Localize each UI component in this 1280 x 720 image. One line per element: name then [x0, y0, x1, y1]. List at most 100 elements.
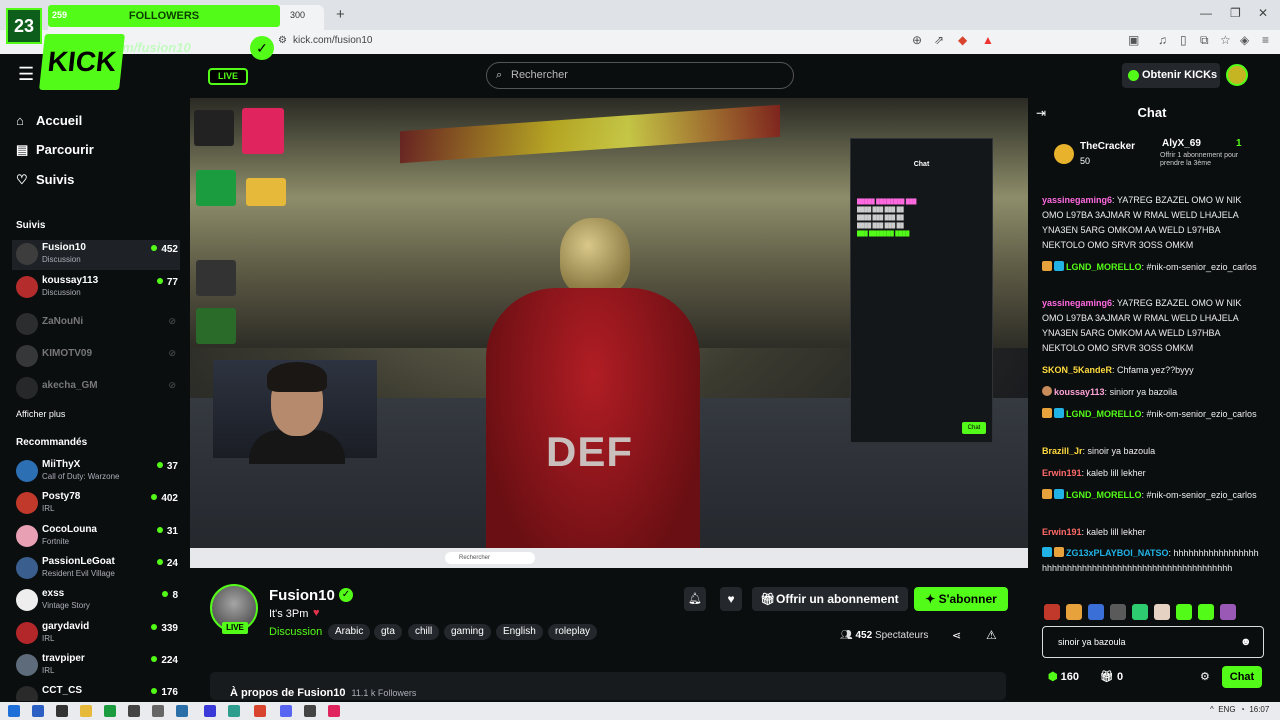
sidebar-channel-zanouni[interactable]: ZaNouNi ⊘	[12, 310, 180, 340]
sidebar-toggle-icon[interactable]: ▯	[1180, 33, 1187, 47]
share-page-icon[interactable]: ⇗	[934, 33, 944, 47]
chat-username[interactable]: Brazill_Jr	[1042, 446, 1083, 456]
chat-username[interactable]: Erwin191	[1042, 527, 1082, 537]
tag-arabic[interactable]: Arabic	[328, 624, 371, 640]
taskbar-app-icon[interactable]	[32, 705, 44, 717]
brave-icon[interactable]	[254, 705, 266, 717]
tray-chevron-icon[interactable]: ^	[1210, 705, 1214, 714]
emote-icon[interactable]	[1198, 604, 1214, 620]
category-link[interactable]: Discussion	[269, 626, 322, 638]
taskbar-app-icon[interactable]	[128, 705, 140, 717]
follow-button[interactable]: ✦ S'abonner	[914, 587, 1008, 611]
chat-username[interactable]: ZG13xPLAYBOI_NATSO	[1066, 548, 1169, 558]
chat-send-button[interactable]: Chat	[1222, 666, 1262, 688]
sidebar-channel-miithyx[interactable]: MiiThyX Call of Duty: Warzone 37	[12, 457, 180, 487]
wallet-icon[interactable]: ◈	[1240, 33, 1249, 47]
emote-icon[interactable]	[1110, 604, 1126, 620]
sidebar-channel-exss[interactable]: exss Vintage Story 8	[12, 586, 180, 616]
extensions-icon[interactable]: ⧉	[1200, 33, 1209, 48]
bell-icon[interactable]: 🔔︎	[684, 587, 706, 611]
show-more-link[interactable]: Afficher plus	[16, 409, 65, 419]
emote-icon[interactable]	[1132, 604, 1148, 620]
taskbar-app-icon[interactable]	[328, 705, 340, 717]
wifi-icon[interactable]: ◔	[1240, 705, 1245, 714]
language-indicator[interactable]: ENG	[1218, 705, 1235, 714]
tag-gaming[interactable]: gaming	[444, 624, 491, 640]
minimize-icon[interactable]: —	[1200, 6, 1212, 20]
obs-icon[interactable]	[304, 705, 316, 717]
sidebar-channel-posty78[interactable]: Posty78 IRL 402	[12, 489, 180, 519]
tag-roleplay[interactable]: roleplay	[548, 624, 598, 640]
sidebar-channel-koussay113[interactable]: koussay113 Discussion 77	[12, 273, 180, 303]
menu-icon[interactable]: ≡	[1262, 33, 1269, 47]
chat-username[interactable]: yassinegaming6	[1042, 298, 1112, 308]
taskbar-app-icon[interactable]	[104, 705, 116, 717]
gifts-count[interactable]: 🎁︎ 0	[1100, 670, 1123, 683]
chat-username[interactable]: Erwin191	[1042, 468, 1082, 478]
emote-icon[interactable]	[1066, 604, 1082, 620]
discord-icon[interactable]	[280, 705, 292, 717]
tag-chill[interactable]: chill	[408, 624, 440, 640]
video-player[interactable]: DEF Chat █████ ████████ ███ ████ ███ ███…	[190, 98, 1028, 568]
tag-gta[interactable]: gta	[374, 624, 402, 640]
sidebar-channel-cocolouna[interactable]: CocoLouna Fortnite 31	[12, 522, 180, 552]
chat-settings-icon[interactable]: ⚙	[1200, 670, 1210, 683]
sidebar-channel-fusion10[interactable]: Fusion10 Discussion 452	[12, 240, 180, 270]
favorite-heart-icon[interactable]: ♥	[720, 587, 742, 611]
zoom-icon[interactable]: ⊕	[912, 33, 922, 47]
extension-icon[interactable]: ▲	[982, 33, 994, 47]
channel-name[interactable]: Fusion10	[269, 587, 335, 604]
report-icon[interactable]: ⚠	[986, 628, 997, 642]
emote-icon[interactable]	[1220, 604, 1236, 620]
screenshot-icon[interactable]: ▣	[1128, 33, 1139, 47]
taskbar-app-icon[interactable]	[152, 705, 164, 717]
clock[interactable]: 16:07	[1249, 705, 1269, 714]
new-tab-button[interactable]: +	[336, 6, 345, 23]
sidebar-channel-kimotv09[interactable]: KIMOTV09 ⊘	[12, 342, 180, 372]
maximize-icon[interactable]: ❐	[1230, 6, 1241, 20]
start-icon[interactable]	[8, 705, 20, 717]
nav-browse[interactable]: ▤ Parcourir	[16, 142, 94, 158]
tag-english[interactable]: English	[496, 624, 543, 640]
emote-icon[interactable]	[1176, 604, 1192, 620]
folder-icon[interactable]	[80, 705, 92, 717]
nav-home[interactable]: ⌂ Accueil	[16, 113, 82, 128]
taskbar-app-icon[interactable]	[204, 705, 216, 717]
media-icon[interactable]: ♫	[1158, 33, 1167, 47]
gift-subscription-button[interactable]: 🎁︎ Offrir un abonnement	[752, 587, 908, 611]
nav-following[interactable]: ♡ Suivis	[16, 172, 74, 188]
bookmark-icon[interactable]: ☆	[1220, 33, 1231, 47]
emote-icon[interactable]	[1044, 604, 1060, 620]
emote-icon[interactable]	[1154, 604, 1170, 620]
emote-icon[interactable]	[1088, 604, 1104, 620]
chat-username[interactable]: yassinegaming6	[1042, 195, 1112, 205]
channel-points[interactable]: ⬢ 160	[1048, 670, 1079, 683]
site-info-icon[interactable]: ⚙	[278, 35, 287, 46]
sidebar-channel-passionlegoat[interactable]: PassionLeGoat Resident Evil Village 24	[12, 554, 180, 584]
top-gifter-count: 50	[1080, 156, 1091, 166]
close-icon[interactable]: ✕	[1258, 6, 1268, 20]
taskbar-app-icon[interactable]	[56, 705, 68, 717]
brave-shield-icon[interactable]: ◆	[958, 33, 967, 47]
chat-username[interactable]: LGND_MORELLO	[1066, 490, 1142, 500]
sidebar-channel-garydavid[interactable]: garydavid IRL 339	[12, 619, 180, 649]
emoji-picker-icon[interactable]: ☻	[1240, 636, 1252, 648]
sidebar-channel-akecha[interactable]: akecha_GM ⊘	[12, 374, 180, 404]
search-input[interactable]: ⌕ Rechercher	[486, 62, 794, 89]
hamburger-icon[interactable]: ☰	[18, 64, 34, 85]
sidebar-channel-cct-cs[interactable]: CCT_CS 176	[12, 683, 180, 701]
taskbar-app-icon[interactable]	[228, 705, 240, 717]
taskbar-app-icon[interactable]	[176, 705, 188, 717]
user-avatar[interactable]	[1226, 64, 1248, 86]
chat-username[interactable]: SKON_5KandeR	[1042, 365, 1112, 375]
chat-username[interactable]: koussay113	[1054, 387, 1105, 397]
share-icon[interactable]: ⋖	[952, 629, 961, 642]
chat-username[interactable]: LGND_MORELLO	[1066, 262, 1142, 272]
browse-icon: ▤	[16, 142, 29, 157]
chat-username[interactable]: LGND_MORELLO	[1066, 409, 1142, 419]
badge-icon	[1042, 489, 1052, 499]
channel-name: CCT_CS	[42, 685, 83, 696]
chat-input[interactable]: sinoir ya bazoula	[1042, 626, 1264, 658]
get-kicks-button[interactable]: Obtenir KICKs	[1122, 63, 1220, 88]
sidebar-channel-travpiper[interactable]: travpiper IRL 224	[12, 651, 180, 681]
